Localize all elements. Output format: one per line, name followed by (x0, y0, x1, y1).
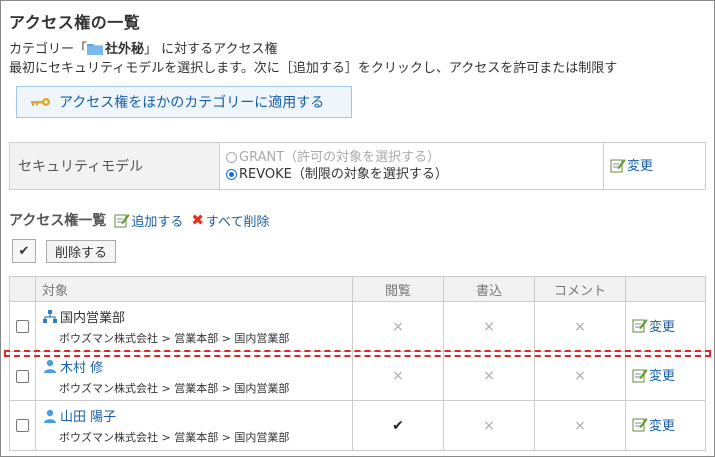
edit-icon (632, 368, 648, 383)
grant-radio[interactable] (226, 152, 237, 163)
edit-icon (632, 319, 648, 333)
security-model-options: GRANT（許可の対象を選択する） REVOKE（制限の対象を選択する） (219, 142, 604, 190)
row-target-cell: 山田 陽子 ボウズマン株式会社 > 営業本部 > 国内営業部 (35, 400, 353, 451)
delete-button[interactable]: 削除する (46, 240, 116, 263)
category-line: カテゴリー「 社外秘 」 に対するアクセス権 (9, 38, 278, 57)
acl-list-header: アクセス権一覧 追加する ✖ すべて削除 (9, 210, 277, 230)
table-row: 山田 陽子 ボウズマン株式会社 > 営業本部 > 国内営業部 ✔ × × 変更 (9, 400, 706, 451)
page-title: アクセス権の一覧 (9, 13, 141, 32)
target-path: ボウズマン株式会社 > 営業本部 > 国内営業部 (59, 332, 290, 345)
add-label: 追加する (131, 214, 184, 230)
target-name-link[interactable]: 山田 陽子 (60, 406, 116, 425)
row-edit-label: 変更 (649, 319, 676, 335)
security-model-label: セキュリティモデル (9, 142, 220, 190)
apply-button-label: アクセス権をほかのカテゴリーに適用する (59, 95, 325, 111)
revoke-option[interactable]: REVOKE（制限の対象を選択する） (226, 166, 603, 183)
table-row: 国内営業部 ボウズマン株式会社 > 営業本部 > 国内営業部 × × × 変更 (9, 301, 706, 352)
revoke-radio[interactable] (226, 169, 237, 180)
row-edit-cell: 変更 (625, 301, 706, 352)
acl-header-row: 対象 閲覧 書込 コメント (9, 276, 706, 302)
row-edit-link[interactable]: 変更 (632, 316, 675, 335)
user-icon (44, 409, 56, 423)
edit-icon (632, 418, 648, 432)
folder-icon (87, 44, 104, 55)
category-prefix: カテゴリー「 (9, 42, 88, 57)
acl-table: 対象 閲覧 書込 コメント 国内営業部 ボウズマン株式会社 > 営業本部 > 国 (9, 276, 706, 451)
category-name: 社外秘 (105, 42, 145, 57)
target-path: ボウズマン株式会社 > 営業本部 > 国内営業部 (59, 381, 290, 395)
header-checkbox-col (9, 276, 36, 302)
category-suffix: 」 に対するアクセス権 (144, 42, 278, 57)
row-checkbox[interactable] (16, 320, 29, 333)
target-name-link[interactable]: 木村 修 (60, 357, 103, 376)
view-cell: × (352, 351, 444, 401)
write-cell: × (443, 400, 535, 451)
page-frame: アクセス権の一覧 カテゴリー「 社外秘 」 に対するアクセス権 最初にセキュリテ… (0, 0, 715, 457)
row-checkbox-cell (9, 351, 36, 401)
row-edit-link[interactable]: 変更 (632, 365, 675, 384)
row-edit-link[interactable]: 変更 (632, 415, 675, 434)
key-icon (31, 98, 50, 106)
revoke-label: REVOKE（制限の対象を選択する） (239, 167, 448, 182)
write-cell: × (443, 351, 535, 401)
row-checkbox-cell (9, 400, 36, 451)
security-model-edit-cell: 変更 (603, 142, 706, 190)
view-cell: × (352, 301, 444, 352)
row-edit-cell: 変更 (625, 400, 706, 451)
add-icon (114, 214, 130, 228)
instruction-text: 最初にセキュリティモデルを選択します。次に［追加する］をクリックし、アクセスを許… (9, 61, 618, 76)
organization-icon (43, 309, 57, 323)
header-write: 書込 (443, 276, 535, 302)
grant-label: GRANT（許可の対象を選択する） (239, 150, 441, 165)
comment-cell: × (534, 301, 626, 352)
grant-option[interactable]: GRANT（許可の対象を選択する） (226, 149, 603, 166)
write-cell: × (443, 301, 535, 352)
check-icon: ✔ (392, 417, 404, 434)
table-row: 木村 修 ボウズマン株式会社 > 営業本部 > 国内営業部 × × × 変更 (9, 351, 706, 401)
add-link[interactable]: 追加する (114, 211, 183, 230)
acl-list-title: アクセス権一覧 (9, 213, 107, 229)
header-view: 閲覧 (352, 276, 444, 302)
row-edit-label: 変更 (649, 418, 676, 434)
delete-all-link[interactable]: ✖ すべて削除 (191, 211, 269, 230)
delete-x-icon: ✖ (191, 211, 204, 229)
security-model-table: セキュリティモデル GRANT（許可の対象を選択する） REVOKE（制限の対象… (9, 142, 706, 190)
row-target-cell: 木村 修 ボウズマン株式会社 > 営業本部 > 国内営業部 (35, 351, 353, 401)
security-model-edit-label: 変更 (627, 159, 654, 175)
comment-cell: × (534, 351, 626, 401)
header-comment: コメント (534, 276, 626, 302)
apply-to-other-categories-button[interactable]: アクセス権をほかのカテゴリーに適用する (16, 86, 352, 118)
row-checkbox[interactable] (16, 369, 29, 383)
view-cell: ✔ (352, 400, 444, 451)
delete-all-label: すべて削除 (205, 214, 270, 230)
target-name: 国内営業部 (60, 311, 126, 326)
row-checkbox-cell (9, 301, 36, 352)
row-target-cell: 国内営業部 ボウズマン株式会社 > 営業本部 > 国内営業部 (35, 301, 353, 352)
edit-icon (610, 158, 626, 173)
user-icon (44, 359, 56, 373)
target-path: ボウズマン株式会社 > 営業本部 > 国内営業部 (59, 431, 290, 444)
header-target: 対象 (35, 276, 353, 302)
security-model-edit-link[interactable]: 変更 (610, 155, 653, 174)
row-checkbox[interactable] (16, 419, 29, 432)
comment-cell: × (534, 400, 626, 451)
check-all-button[interactable]: ✔ (12, 239, 36, 263)
header-edit-col (625, 276, 706, 302)
row-edit-label: 変更 (649, 369, 676, 385)
row-edit-cell: 変更 (625, 351, 706, 401)
